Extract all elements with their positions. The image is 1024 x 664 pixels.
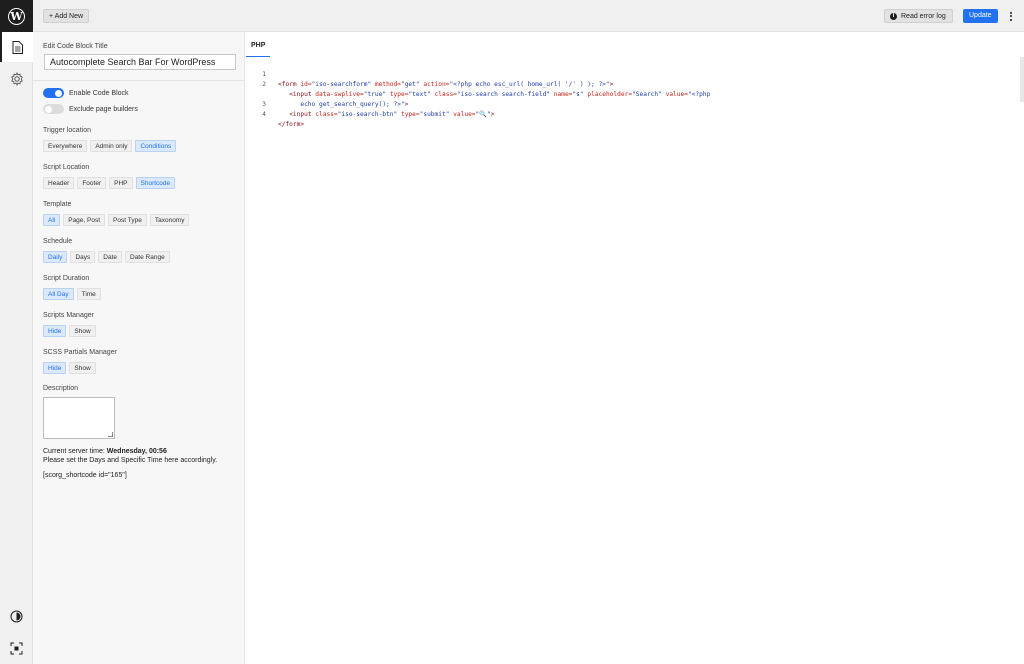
code-editor[interactable]: PHP 1 <form id="iso-searchform" method="… bbox=[246, 32, 1024, 664]
scrollbar[interactable] bbox=[1020, 57, 1024, 102]
code-line-content: </form> bbox=[278, 121, 305, 128]
option-button[interactable]: Date bbox=[98, 251, 122, 263]
option-group-label: Template bbox=[43, 201, 72, 208]
description-textarea[interactable] bbox=[43, 397, 115, 439]
code-line: 2 <input data-swplive="true" type="text"… bbox=[246, 70, 710, 98]
option-group: SCSS Partials Manager Hide Show bbox=[43, 349, 117, 374]
option-group: Script Duration All Day Time bbox=[43, 275, 101, 300]
code-line: 1 <form id="iso-searchform" method="get"… bbox=[246, 60, 613, 88]
gear-icon[interactable] bbox=[0, 64, 33, 94]
option-button[interactable]: PHP bbox=[109, 177, 133, 189]
option-button[interactable]: Header bbox=[43, 177, 75, 189]
server-time-label: Current server time: bbox=[43, 448, 107, 455]
segmented-control: Daily Days Date Date Range bbox=[43, 251, 170, 263]
server-time: Current server time: Wednesday, 00:56 bbox=[43, 448, 167, 455]
enable-code-block-label: Enable Code Block bbox=[69, 89, 129, 97]
option-button[interactable]: All bbox=[43, 214, 61, 226]
exclude-page-builders-label: Exclude page builders bbox=[69, 105, 138, 113]
option-button[interactable]: Days bbox=[70, 251, 96, 263]
document-icon[interactable] bbox=[0, 32, 33, 62]
segmented-control: Header Footer PHP Shortcode bbox=[43, 177, 176, 189]
segmented-control: Hide Show bbox=[43, 325, 96, 337]
option-button[interactable]: Shortcode bbox=[135, 177, 176, 189]
option-button[interactable]: Date Range bbox=[125, 251, 170, 263]
icon-rail: W bbox=[0, 0, 33, 664]
segmented-control: Hide Show bbox=[43, 362, 117, 374]
wordpress-logo[interactable]: W bbox=[0, 0, 33, 32]
title-label: Edit Code Block Title bbox=[43, 43, 108, 50]
option-button[interactable]: Time bbox=[76, 288, 101, 300]
exclude-page-builders-row: Exclude page builders bbox=[43, 104, 138, 114]
code-line: echo get_search_query(); ?>"> bbox=[246, 80, 408, 108]
option-group-label: SCSS Partials Manager bbox=[43, 349, 117, 356]
read-error-log-button[interactable]: i Read error log bbox=[884, 9, 953, 23]
schedule-hint: Please set the Days and Specific Time he… bbox=[43, 457, 218, 464]
segmented-control: Everywhere Admin only Conditions bbox=[43, 140, 177, 152]
option-group: Template All Page, Post Post Type Taxonomy bbox=[43, 201, 190, 226]
option-group-label: Scripts Manager bbox=[43, 312, 94, 319]
wordpress-logo-mark: W bbox=[8, 7, 25, 25]
description-label: Description bbox=[43, 385, 79, 392]
option-button[interactable]: Taxonomy bbox=[149, 214, 190, 226]
option-group: Script Location Header Footer PHP Shortcode bbox=[43, 164, 176, 189]
option-group-label: Script Duration bbox=[43, 275, 90, 282]
exclude-page-builders-toggle[interactable] bbox=[43, 104, 64, 114]
resize-handle-icon[interactable] bbox=[108, 432, 113, 437]
code-line-content: <form id="iso-searchform" method="get" a… bbox=[278, 81, 614, 88]
option-button[interactable]: Show bbox=[69, 362, 96, 374]
line-number: 4 bbox=[262, 111, 266, 118]
option-button[interactable]: Daily bbox=[43, 251, 68, 263]
option-group-label: Trigger location bbox=[43, 127, 91, 134]
option-group-label: Script Location bbox=[43, 164, 90, 171]
option-group: Scripts Manager Hide Show bbox=[43, 312, 96, 337]
code-line: 3 <input class="iso-search-btn" type="su… bbox=[246, 90, 494, 118]
top-bar: + Add New i Read error log Update bbox=[33, 0, 1024, 32]
option-button[interactable]: Show bbox=[69, 325, 96, 337]
option-button[interactable]: Admin only bbox=[90, 140, 133, 152]
option-button[interactable]: Hide bbox=[43, 325, 67, 337]
segmented-control: All Day Time bbox=[43, 288, 101, 300]
option-button[interactable]: Post Type bbox=[108, 214, 147, 226]
info-icon: i bbox=[890, 12, 897, 20]
option-button[interactable]: Footer bbox=[77, 177, 107, 189]
divider bbox=[33, 80, 245, 81]
settings-panel: Edit Code Block Title Autocomplete Searc… bbox=[33, 32, 245, 664]
contrast-icon[interactable] bbox=[0, 606, 33, 626]
code-line: 4 </form> bbox=[246, 100, 304, 128]
code-line-content: <input data-swplive="true" type="text" c… bbox=[289, 91, 711, 98]
server-time-value: Wednesday, 00:56 bbox=[106, 448, 167, 455]
option-button[interactable]: Conditions bbox=[135, 140, 177, 152]
option-button[interactable]: Page, Post bbox=[63, 214, 106, 226]
shortcode-text: [scorg_shortcode id="165"] bbox=[43, 472, 127, 479]
segmented-control: All Page, Post Post Type Taxonomy bbox=[43, 214, 190, 226]
option-group-label: Schedule bbox=[43, 238, 73, 245]
option-group: Trigger location Everywhere Admin only Cond… bbox=[43, 127, 177, 152]
more-options-icon[interactable] bbox=[1006, 9, 1016, 23]
focus-icon[interactable] bbox=[0, 638, 33, 658]
read-error-log-label: Read error log bbox=[901, 12, 946, 20]
option-button[interactable]: All Day bbox=[43, 288, 74, 300]
title-input[interactable]: Autocomplete Search Bar For WordPress bbox=[44, 54, 236, 70]
tab-php[interactable]: PHP bbox=[246, 32, 271, 57]
update-button[interactable]: Update bbox=[963, 9, 998, 23]
enable-code-block-toggle[interactable] bbox=[43, 88, 64, 98]
code-line-content: echo get_search_query(); ?>"> bbox=[300, 101, 409, 108]
enable-code-block-row: Enable Code Block bbox=[43, 88, 129, 98]
add-new-button[interactable]: + Add New bbox=[43, 9, 90, 23]
code-line-content: <input class="iso-search-btn" type="subm… bbox=[289, 111, 495, 118]
option-button[interactable]: Everywhere bbox=[43, 140, 88, 152]
option-group: Schedule Daily Days Date Date Range bbox=[43, 238, 170, 263]
option-button[interactable]: Hide bbox=[43, 362, 67, 374]
